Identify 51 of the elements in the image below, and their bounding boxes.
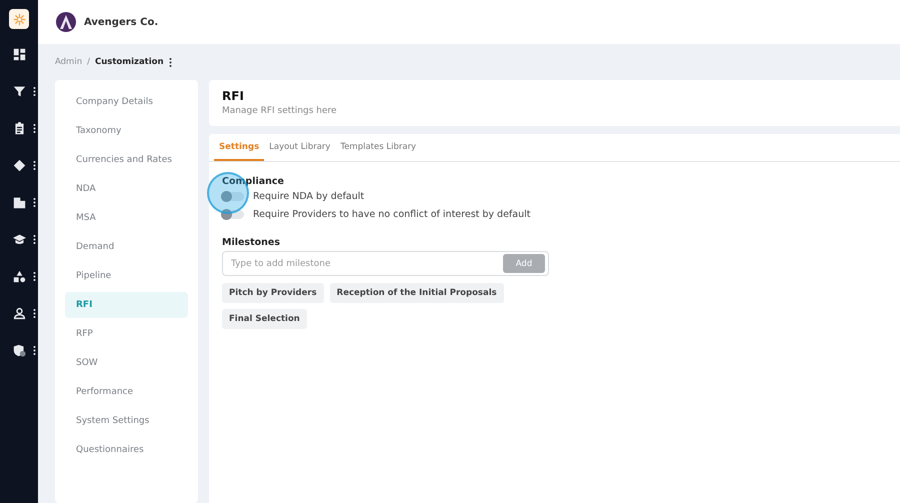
app-logo[interactable] (9, 9, 29, 29)
sidebar-item[interactable]: Currencies and Rates (65, 147, 188, 173)
diamond-icon[interactable] (12, 159, 26, 172)
more-icon[interactable] (33, 124, 36, 133)
sidebar-item[interactable]: RFI (65, 292, 188, 318)
more-icon[interactable] (168, 58, 172, 66)
section-heading: Milestones (222, 237, 281, 248)
shield-icon[interactable] (12, 344, 26, 357)
more-icon[interactable] (33, 198, 36, 207)
sun-icon (12, 12, 26, 26)
toggle-label: Require NDA by default (253, 190, 364, 202)
tab[interactable]: Templates Library (335, 134, 422, 161)
more-icon[interactable] (33, 235, 36, 244)
graduation-cap-icon[interactable] (12, 233, 26, 246)
toggle-switch[interactable] (222, 210, 244, 218)
milestone-chip[interactable]: Pitch by Providers (222, 283, 324, 303)
toggle-label: Require Providers to have no conflict of interest by default (253, 208, 530, 220)
sidebar-item[interactable]: Taxonomy (65, 118, 188, 144)
shapes-icon[interactable] (12, 270, 26, 283)
sidebar-item[interactable]: MSA (65, 205, 188, 231)
sidebar-item[interactable]: Company Details (65, 89, 188, 115)
more-icon[interactable] (33, 87, 36, 96)
more-icon[interactable] (33, 161, 36, 170)
milestone-chip[interactable]: Reception of the Initial Proposals (330, 283, 504, 303)
more-icon[interactable] (33, 309, 36, 318)
more-icon[interactable] (33, 272, 36, 281)
company-logo (55, 11, 77, 33)
toggle-switch[interactable] (222, 192, 244, 200)
sidebar-item[interactable]: SOW (65, 350, 188, 376)
filter-icon[interactable] (12, 85, 26, 98)
dashboard-icon[interactable] (12, 48, 26, 61)
sidebar-item[interactable]: Pipeline (65, 263, 188, 289)
tab[interactable]: Settings (214, 134, 264, 161)
company-name: Avengers Co. (84, 16, 158, 28)
sidebar-item[interactable]: RFP (65, 321, 188, 347)
tab[interactable]: Layout Library (264, 134, 336, 161)
more-icon[interactable] (33, 346, 36, 355)
clipboard-icon[interactable] (12, 122, 26, 135)
sidebar-item[interactable]: System Settings (65, 408, 188, 434)
page-title: RFI (222, 89, 245, 103)
sidebar-item[interactable]: Performance (65, 379, 188, 405)
sidebar-item[interactable]: Questionnaires (65, 437, 188, 463)
milestone-chip[interactable]: Final Selection (222, 309, 307, 329)
page-subtitle: Manage RFI settings here (222, 106, 338, 116)
breadcrumb-link[interactable]: Admin (55, 57, 82, 67)
breadcrumb-separator: / (87, 57, 90, 67)
user-icon[interactable] (12, 307, 26, 320)
sidebar-item[interactable]: NDA (65, 176, 188, 202)
breadcrumb-current: Customization (94, 57, 164, 67)
building-icon[interactable] (12, 196, 26, 209)
sidebar-item[interactable]: Demand (65, 234, 188, 260)
